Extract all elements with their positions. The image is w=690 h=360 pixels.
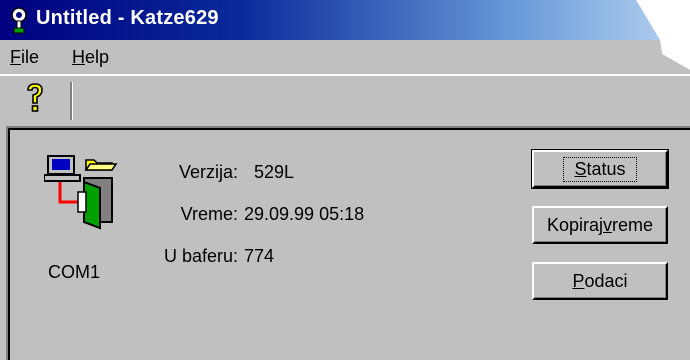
buffer-label: U baferu: xyxy=(163,246,238,266)
status-mnemonic: S xyxy=(574,158,587,179)
data-mnemonic: P xyxy=(572,270,585,291)
version-value: 529L xyxy=(254,162,295,182)
copy-time-after: reme xyxy=(612,214,654,235)
status-button-focus: Status xyxy=(563,156,637,182)
title-bar[interactable]: Untitled - Katze629 xyxy=(0,0,690,40)
time-label: Vreme: xyxy=(180,204,238,224)
window-title: Untitled - Katze629 xyxy=(36,7,219,29)
copy-time-before: Kopiraj xyxy=(546,214,603,235)
status-button[interactable]: Status xyxy=(531,149,669,189)
menu-file-mnemonic: F xyxy=(10,47,21,67)
menu-help[interactable]: Help xyxy=(72,47,109,68)
menu-help-label: elp xyxy=(85,47,110,67)
copy-time-mnemonic: v xyxy=(603,214,612,235)
menu-bar: File Help xyxy=(0,40,690,74)
menu-file-label: ile xyxy=(21,47,40,67)
version-label: Verzija: xyxy=(178,162,238,182)
menu-file[interactable]: File xyxy=(10,47,39,68)
app-icon xyxy=(11,7,27,34)
data-button[interactable]: Podaci xyxy=(532,262,668,300)
menu-help-mnemonic: H xyxy=(72,47,85,67)
port-label: COM1 xyxy=(48,262,101,282)
time-value: 29.09.99 05:18 xyxy=(244,204,365,224)
data-label: odaci xyxy=(584,270,628,291)
buffer-value: 774 xyxy=(244,246,275,266)
app-window: Untitled - Katze629 File Help COM1 Verzi… xyxy=(0,0,690,360)
copy-time-button[interactable]: Kopiraj v reme xyxy=(532,206,668,244)
computer-door-icon xyxy=(44,155,118,230)
question-mark-icon[interactable] xyxy=(16,80,54,118)
toolbar xyxy=(0,74,690,124)
status-label: tatus xyxy=(586,158,626,179)
toolbar-divider xyxy=(70,82,73,120)
